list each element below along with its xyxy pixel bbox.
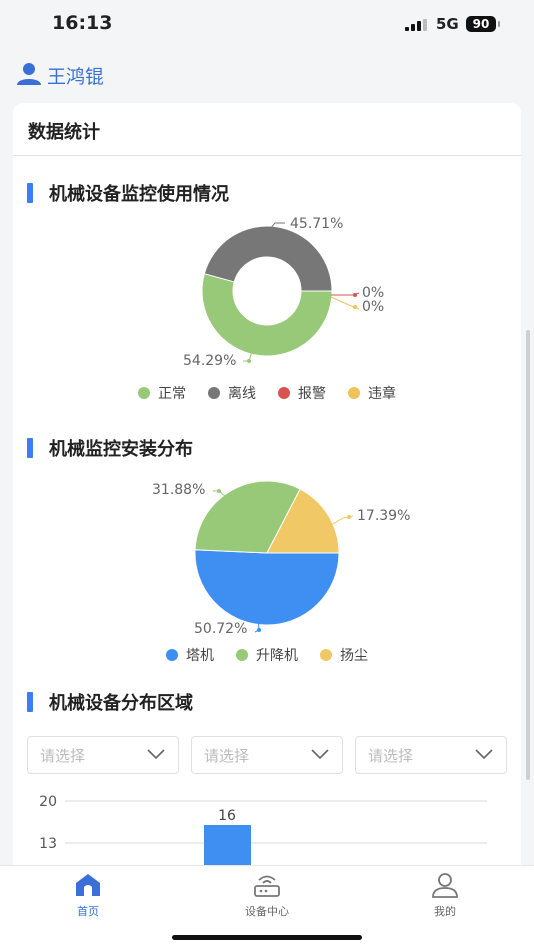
battery-tip [498, 21, 500, 27]
legend-item-normal[interactable]: 正常 [138, 383, 186, 403]
legend-dot [236, 649, 248, 661]
status-time: 16:13 [52, 12, 113, 34]
tab-home-label: 首页 [77, 905, 99, 918]
tab-profile[interactable]: 我的 [395, 872, 495, 919]
chevron-down-icon [311, 749, 329, 760]
violation-label: 0% [362, 299, 385, 315]
bar-value-label: 16 [218, 808, 236, 824]
profile-icon [432, 873, 458, 898]
ytick-label: 13 [39, 836, 57, 852]
region-select-1[interactable]: 请选择 [27, 736, 179, 774]
network-type: 5G [436, 15, 459, 33]
user-name[interactable]: 王鸿锟 [47, 62, 104, 89]
lift-label: 31.88% [152, 482, 206, 498]
section-marker [27, 438, 33, 458]
section-title-region-text: 机械设备分布区域 [49, 693, 193, 714]
tab-device-center-label: 设备中心 [245, 905, 289, 918]
legend-item-alarm[interactable]: 报警 [278, 383, 326, 403]
select-placeholder: 请选择 [204, 747, 250, 765]
legend-item-dust[interactable]: 扬尘 [320, 645, 368, 665]
dust-label: 17.39% [357, 508, 411, 524]
legend-dot [320, 649, 332, 661]
select-placeholder: 请选择 [368, 747, 414, 765]
ytick-label: 20 [39, 794, 57, 810]
section-title-install-text: 机械监控安装分布 [49, 439, 193, 460]
chevron-down-icon [475, 749, 493, 760]
tab-device-center[interactable]: 设备中心 [217, 872, 317, 919]
legend-dot [166, 649, 178, 661]
legend-label: 报警 [298, 386, 326, 402]
legend-label: 塔机 [186, 648, 214, 664]
legend-item-tower[interactable]: 塔机 [166, 645, 214, 665]
section-title-usage-text: 机械设备监控使用情况 [49, 184, 229, 205]
select-placeholder: 请选择 [40, 747, 86, 765]
legend-dot [208, 387, 220, 399]
violation-leader-dot [353, 305, 357, 309]
install-legend: 塔机 升降机 扬尘 [13, 645, 521, 665]
normal-label: 54.29% [183, 353, 237, 369]
card-title: 数据统计 [28, 122, 100, 143]
region-select-3[interactable]: 请选择 [355, 736, 507, 774]
install-pie-chart [194, 480, 354, 633]
stats-card: 数据统计 机械设备监控使用情况 45.71% 54.29% 0% 0% 正常 离… [13, 103, 521, 873]
legend-dot [348, 387, 360, 399]
dust-leader-dot [347, 515, 351, 519]
legend-label: 违章 [368, 386, 396, 402]
usage-donut-chart [201, 222, 360, 363]
offline-label: 45.71% [290, 216, 344, 232]
tower-leader-dot [257, 628, 261, 632]
legend-label: 升降机 [256, 648, 298, 664]
legend-item-lift[interactable]: 升降机 [236, 645, 298, 665]
header: 王鸿锟 [0, 50, 534, 100]
legend-label: 正常 [158, 386, 186, 402]
divider [13, 155, 521, 156]
tower-label: 50.72% [194, 621, 248, 637]
legend-item-offline[interactable]: 离线 [208, 383, 256, 403]
tab-home[interactable]: 首页 [38, 872, 138, 919]
lift-leader-dot [217, 489, 221, 493]
router-icon [254, 875, 280, 897]
signal-icon [405, 19, 427, 31]
legend-dot [278, 387, 290, 399]
home-icon [76, 874, 100, 896]
scrollbar[interactable] [526, 330, 530, 780]
pie-slice-tower[interactable] [194, 549, 340, 626]
region-bar-chart: 20 13 16 [39, 794, 487, 873]
legend-label: 扬尘 [340, 648, 368, 664]
usage-legend: 正常 离线 报警 违章 [13, 383, 521, 403]
status-bar: 16:13 5G 90 [0, 0, 534, 50]
offline-leader-dot [265, 231, 269, 235]
tab-profile-label: 我的 [434, 905, 456, 918]
region-select-2[interactable]: 请选择 [191, 736, 343, 774]
section-marker [27, 183, 33, 203]
home-indicator [172, 935, 362, 940]
legend-dot [138, 387, 150, 399]
section-marker [27, 692, 33, 712]
chevron-down-icon [147, 749, 165, 760]
user-icon[interactable] [16, 62, 42, 86]
alarm-leader-dot [353, 293, 357, 297]
legend-item-violation[interactable]: 违章 [348, 383, 396, 403]
normal-leader-dot [247, 359, 251, 363]
legend-label: 离线 [228, 386, 256, 402]
battery-icon: 90 [466, 16, 496, 32]
